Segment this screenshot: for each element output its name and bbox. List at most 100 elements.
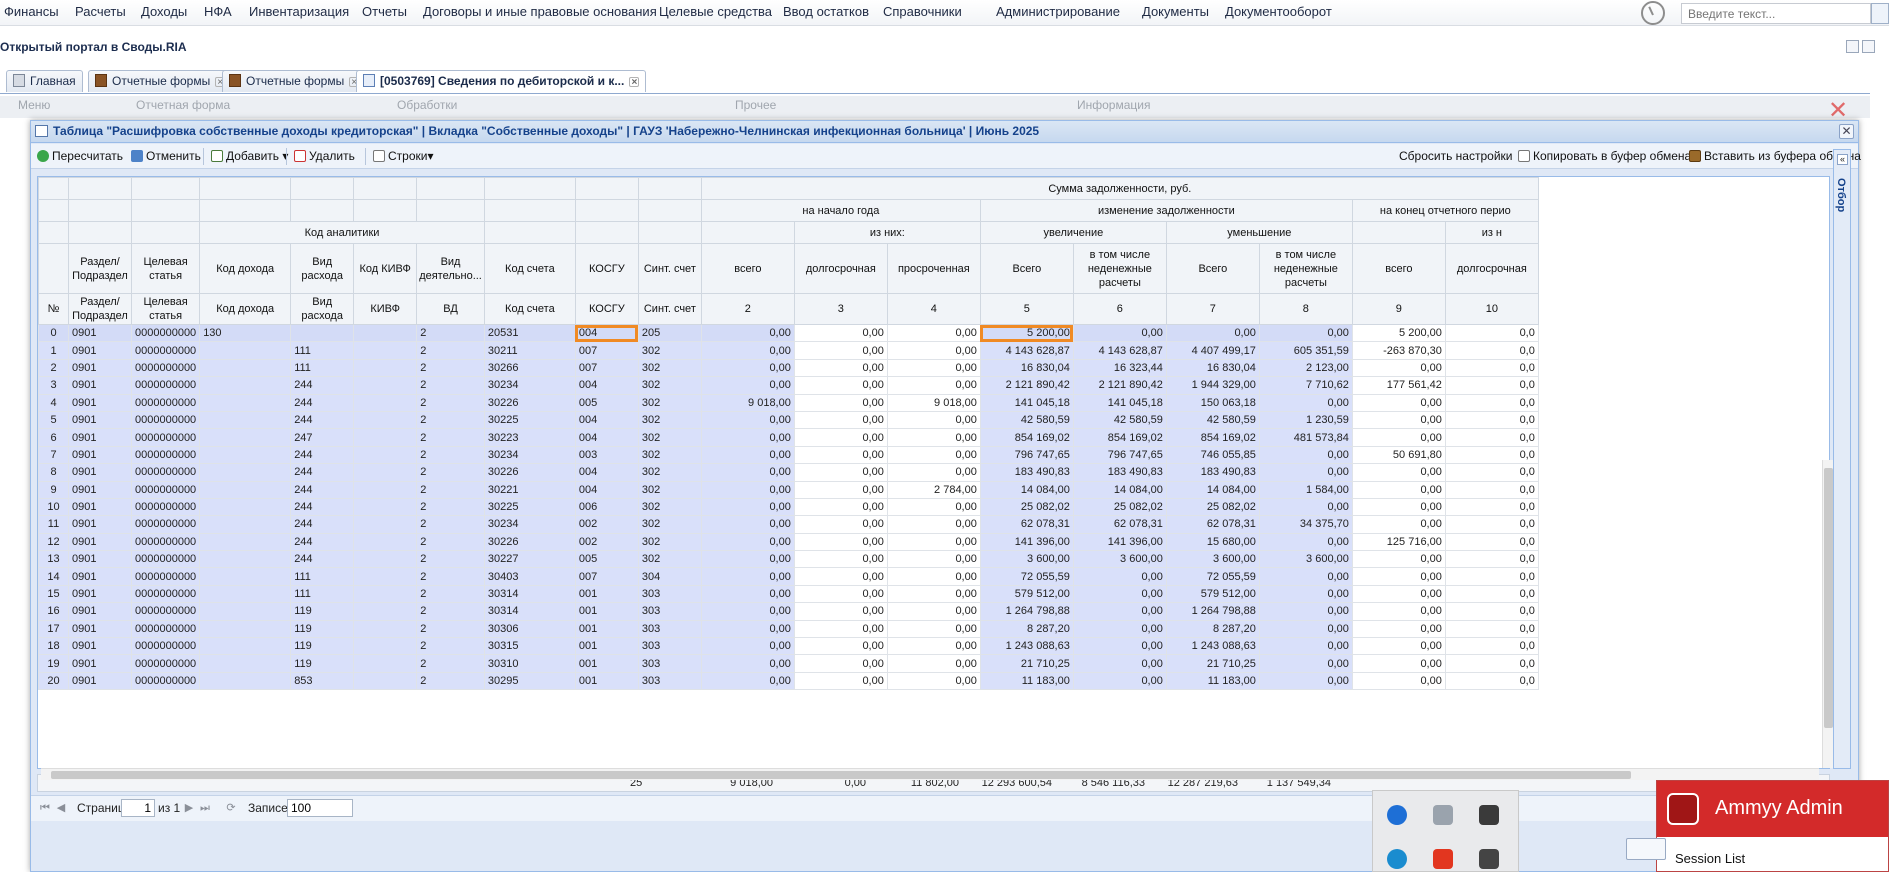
table-cell[interactable]: 0000000000 bbox=[130, 515, 201, 534]
table-cell[interactable]: 0,00 bbox=[700, 376, 795, 395]
table-cell[interactable]: 0,00 bbox=[793, 515, 888, 534]
table-cell[interactable]: 0,00 bbox=[1258, 654, 1353, 673]
table-cell[interactable]: 141 396,00 bbox=[979, 532, 1074, 552]
table-cell[interactable]: 119 bbox=[290, 602, 355, 621]
table-cell[interactable]: 0000000000 bbox=[130, 341, 201, 360]
table-row[interactable]: 8 0901 0000000000 244 2 30226 004 302 0,00 0,00 0,… bbox=[38, 463, 1539, 482]
table-cell[interactable]: 183 490,83 bbox=[979, 463, 1074, 482]
reset-settings-button[interactable]: Сбросить настройки bbox=[1399, 149, 1512, 163]
last-page-icon[interactable]: ⏭ bbox=[199, 802, 211, 814]
table-cell[interactable]: 7 710,62 bbox=[1258, 376, 1353, 395]
table-cell[interactable]: 8 bbox=[38, 463, 69, 482]
table-cell[interactable]: 119 bbox=[290, 637, 355, 656]
table-cell[interactable]: 304 bbox=[637, 567, 702, 586]
table-cell[interactable]: 2 bbox=[416, 410, 485, 430]
table-cell[interactable]: 0000000000 bbox=[130, 323, 201, 343]
table-cell[interactable]: 302 bbox=[637, 463, 702, 482]
table-cell[interactable]: 3 600,00 bbox=[1072, 550, 1167, 569]
table-cell[interactable]: 30234 bbox=[483, 515, 576, 534]
table-cell[interactable]: 150 063,18 bbox=[1165, 393, 1260, 412]
table-cell[interactable]: 2 bbox=[416, 497, 485, 517]
copy-to-clipboard-button[interactable]: Копировать в буфер обмена bbox=[1518, 149, 1691, 163]
table-cell[interactable]: 005 bbox=[574, 393, 639, 412]
table-cell[interactable] bbox=[353, 445, 418, 465]
column-header[interactable]: всего bbox=[1351, 243, 1446, 294]
table-cell[interactable]: 0901 bbox=[68, 550, 132, 569]
table-cell[interactable]: 20531 bbox=[483, 323, 576, 343]
table-cell[interactable]: 0,00 bbox=[793, 341, 888, 360]
table-cell[interactable]: 244 bbox=[290, 532, 355, 552]
table-cell[interactable]: 30266 bbox=[483, 358, 576, 378]
table-cell[interactable]: 0,00 bbox=[1351, 497, 1446, 517]
column-subheader[interactable]: Целевая статья bbox=[130, 293, 201, 325]
table-cell[interactable]: 13 bbox=[38, 550, 69, 569]
search-button[interactable] bbox=[1871, 3, 1889, 24]
table-cell[interactable] bbox=[199, 463, 292, 482]
table-cell[interactable]: 0,00 bbox=[700, 497, 795, 517]
table-cell[interactable]: 21 710,25 bbox=[979, 654, 1074, 673]
table-row[interactable]: 13 0901 0000000000 244 2 30227 005 302 0,00 0,00 0… bbox=[38, 550, 1539, 569]
table-cell[interactable]: 11 bbox=[38, 515, 69, 534]
table-cell[interactable]: 303 bbox=[637, 602, 702, 621]
column-header[interactable]: Вид деятельно... bbox=[416, 243, 485, 294]
table-cell[interactable]: 4 143 628,87 bbox=[1072, 341, 1167, 360]
column-header[interactable]: Код счета bbox=[483, 243, 576, 294]
records-per-page-select[interactable] bbox=[287, 799, 353, 817]
table-cell[interactable]: 0,00 bbox=[793, 619, 888, 639]
table-cell[interactable]: 0,00 bbox=[700, 654, 795, 673]
column-subheader[interactable]: 10 bbox=[1444, 293, 1539, 325]
column-subheader[interactable]: Код дохода bbox=[199, 293, 292, 325]
table-cell[interactable]: 0,00 bbox=[700, 584, 795, 604]
table-cell[interactable]: 0,00 bbox=[1351, 602, 1446, 621]
table-cell[interactable] bbox=[353, 637, 418, 656]
table-cell[interactable]: 007 bbox=[574, 341, 639, 360]
filter-side-panel[interactable]: « Отбор bbox=[1833, 149, 1851, 769]
table-cell[interactable]: 25 082,02 bbox=[1165, 497, 1260, 517]
table-cell[interactable]: 0,0 bbox=[1444, 393, 1539, 412]
table-cell[interactable] bbox=[353, 393, 418, 412]
column-subheader[interactable]: КИВФ bbox=[353, 293, 418, 325]
table-cell[interactable]: 30226 bbox=[483, 393, 576, 412]
table-cell[interactable]: 002 bbox=[574, 532, 639, 552]
table-cell[interactable]: 0,00 bbox=[793, 463, 888, 482]
table-cell[interactable]: 0,00 bbox=[1258, 497, 1353, 517]
table-cell[interactable]: 0,0 bbox=[1444, 358, 1539, 378]
refresh-icon[interactable]: ⟳ bbox=[225, 802, 237, 814]
table-cell[interactable]: 0,00 bbox=[700, 463, 795, 482]
table-cell[interactable]: 3 bbox=[38, 376, 69, 395]
table-cell[interactable]: 0,0 bbox=[1444, 515, 1539, 534]
table-cell[interactable]: 0,00 bbox=[886, 584, 981, 604]
tab-report-forms-1[interactable]: Отчетные формы × bbox=[88, 70, 233, 92]
column-header[interactable]: Всего bbox=[979, 243, 1074, 294]
table-cell[interactable]: 14 bbox=[38, 567, 69, 586]
table-cell[interactable]: 0,00 bbox=[793, 323, 888, 343]
table-row[interactable]: 7 0901 0000000000 244 2 30234 003 302 0,00 0,00 0,… bbox=[38, 445, 1539, 465]
minimize-icon[interactable] bbox=[1846, 40, 1859, 53]
table-cell[interactable]: 42 580,59 bbox=[1072, 410, 1167, 430]
table-cell[interactable]: 0,00 bbox=[700, 515, 795, 534]
table-cell[interactable]: 0,00 bbox=[1351, 358, 1446, 378]
table-cell[interactable]: 0,00 bbox=[1258, 619, 1353, 639]
table-cell[interactable]: 0,00 bbox=[1258, 463, 1353, 482]
table-cell[interactable]: 0,00 bbox=[886, 445, 981, 465]
column-subheader[interactable]: Синт. счет bbox=[637, 293, 702, 325]
table-cell[interactable]: 0,0 bbox=[1444, 654, 1539, 673]
table-row[interactable]: 9 0901 0000000000 244 2 30221 004 302 0,00 0,00 2 … bbox=[38, 480, 1539, 499]
table-cell[interactable]: 0,00 bbox=[793, 532, 888, 552]
table-cell[interactable]: 302 bbox=[637, 428, 702, 447]
table-row[interactable]: 11 0901 0000000000 244 2 30234 002 302 0,00 0,00 0… bbox=[38, 515, 1539, 534]
table-cell[interactable]: 2 bbox=[416, 323, 485, 343]
column-subheader[interactable]: 9 bbox=[1351, 293, 1446, 325]
table-cell[interactable]: 16 323,44 bbox=[1072, 358, 1167, 378]
column-subheader[interactable]: 5 bbox=[979, 293, 1074, 325]
table-cell[interactable]: 0,0 bbox=[1444, 602, 1539, 621]
table-cell[interactable] bbox=[353, 584, 418, 604]
table-cell[interactable]: 141 045,18 bbox=[1072, 393, 1167, 412]
table-cell[interactable]: 34 375,70 bbox=[1258, 515, 1353, 534]
table-cell[interactable]: 0000000000 bbox=[130, 619, 201, 639]
table-cell[interactable]: 25 082,02 bbox=[1072, 497, 1167, 517]
table-cell[interactable]: 0,00 bbox=[700, 671, 795, 691]
table-cell[interactable]: 8 287,20 bbox=[979, 619, 1074, 639]
table-cell[interactable]: 0,0 bbox=[1444, 445, 1539, 465]
table-cell[interactable] bbox=[353, 480, 418, 499]
